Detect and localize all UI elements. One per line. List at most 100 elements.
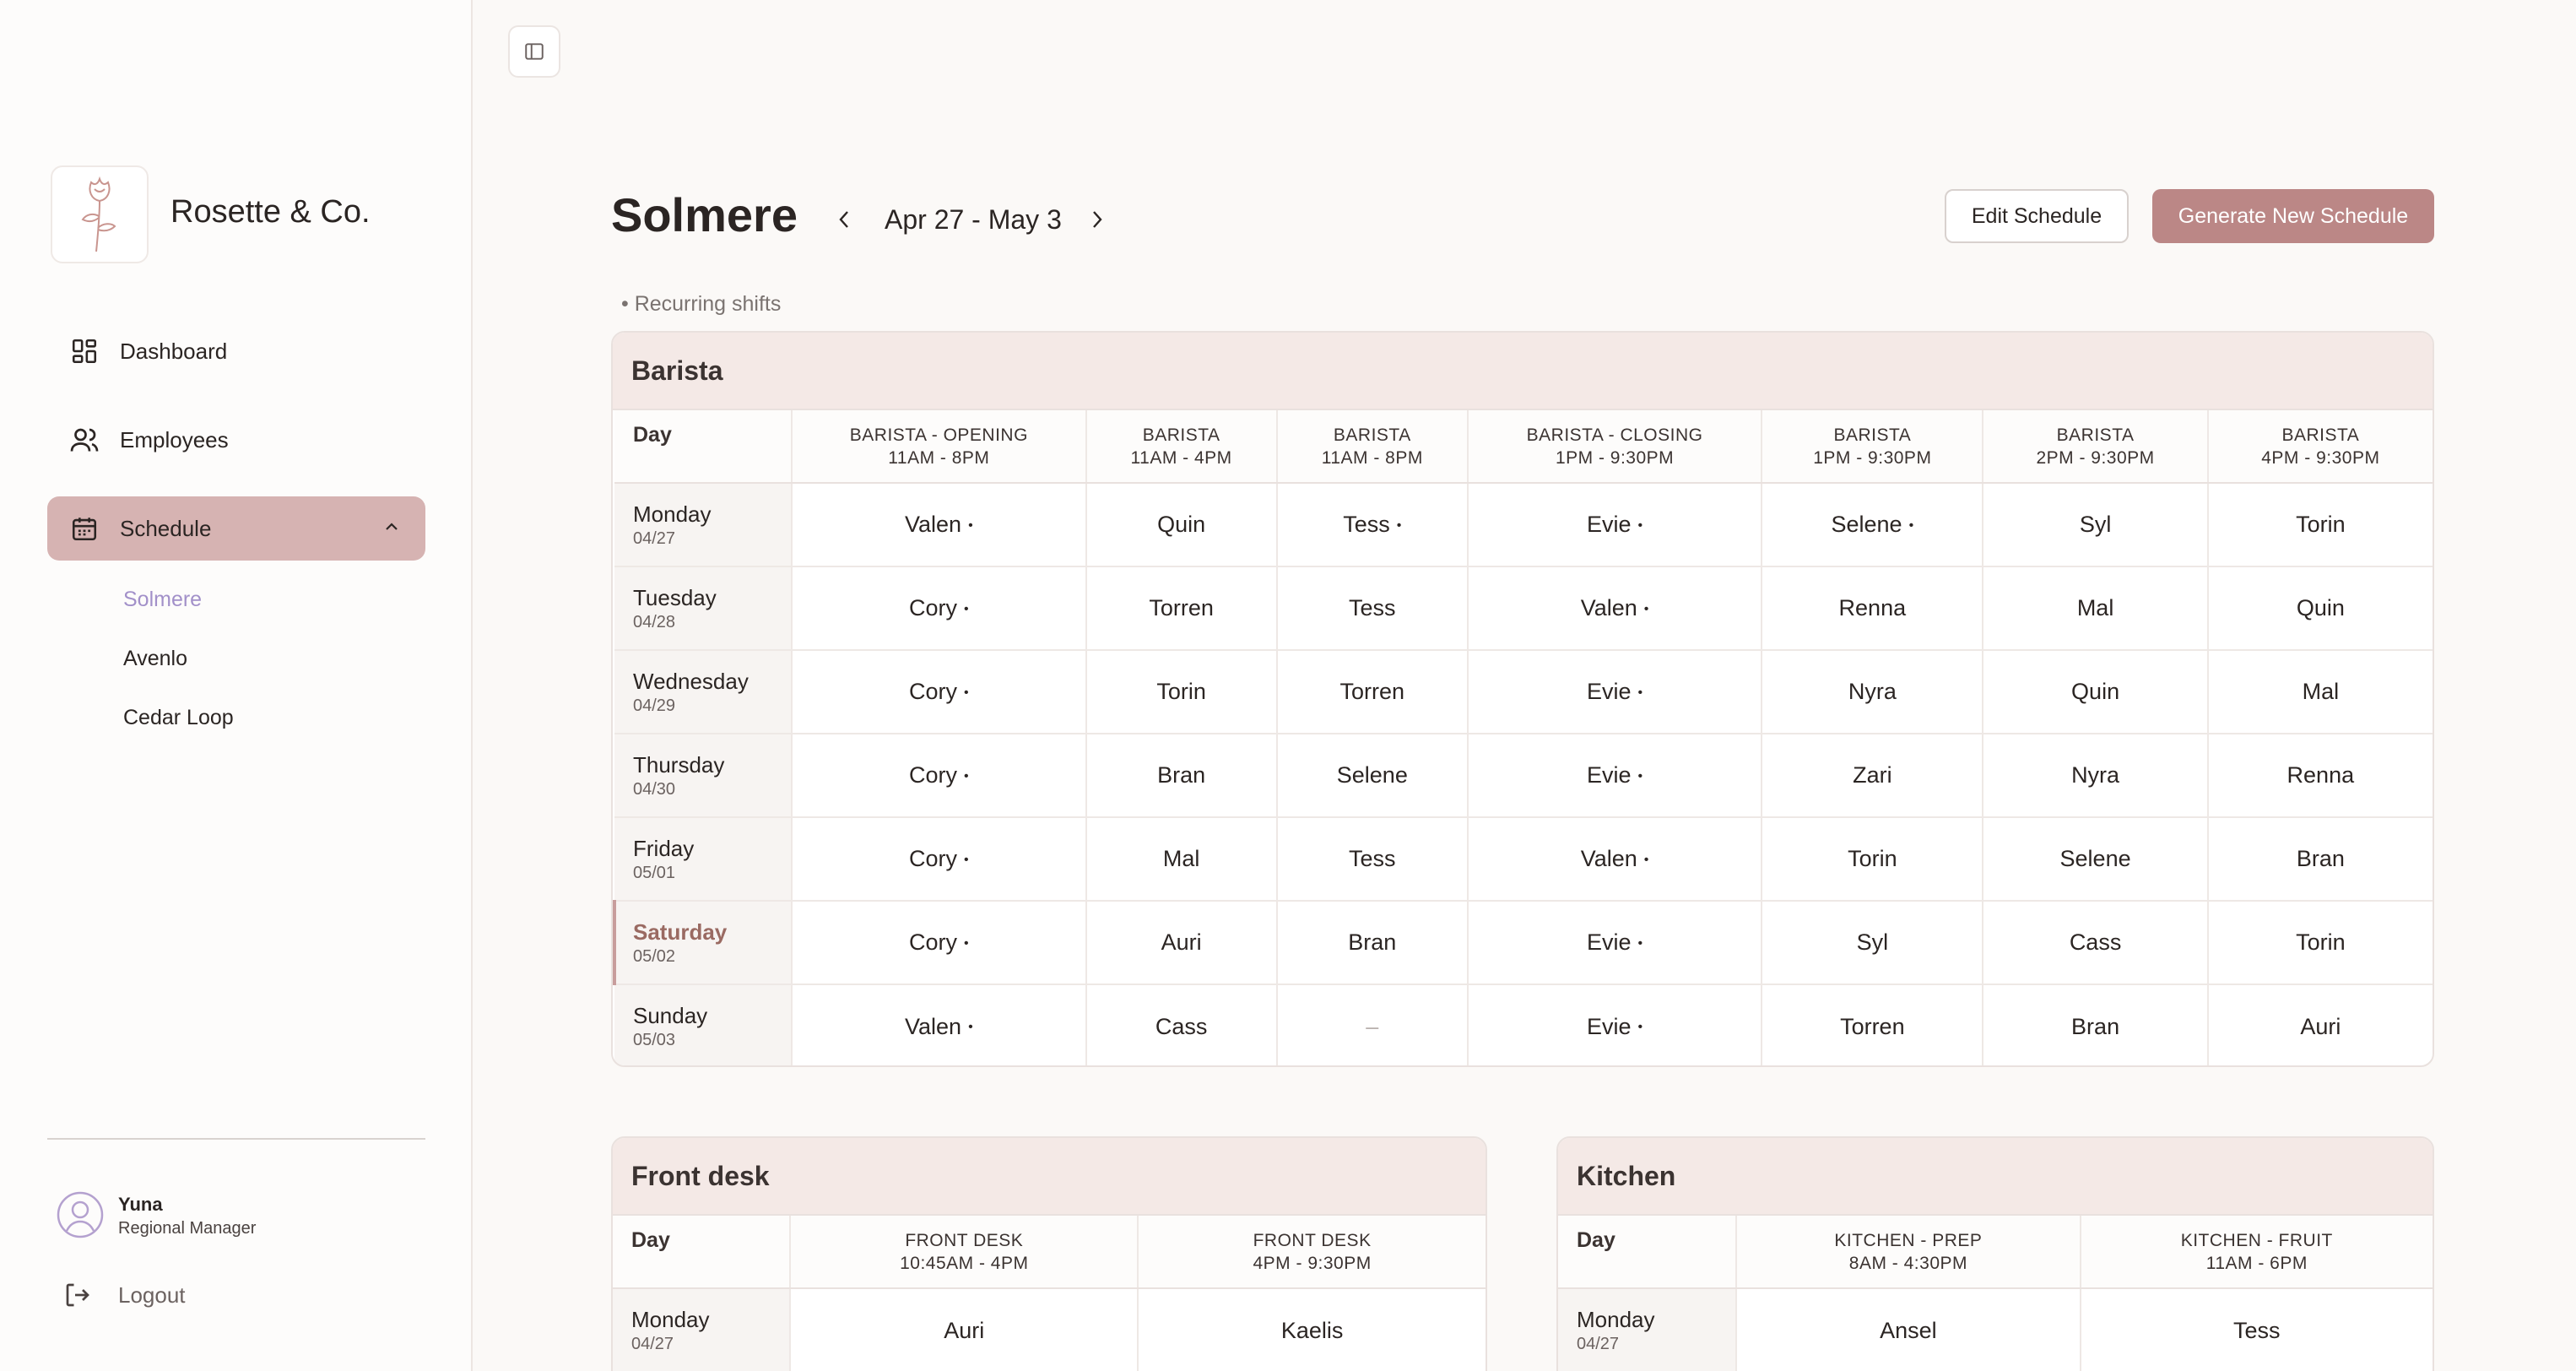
- shift-cell[interactable]: Evie •: [1467, 734, 1763, 818]
- shift-cell[interactable]: Ansel: [1736, 1288, 2081, 1371]
- chevron-right-icon: [1093, 211, 1102, 228]
- employee-name: Nyra: [2071, 762, 2120, 788]
- day-cell: Sunday 05/03: [614, 984, 793, 1065]
- shift-cell[interactable]: Cory •: [792, 650, 1087, 734]
- recurring-dot-icon: •: [1908, 518, 1914, 533]
- generate-schedule-button[interactable]: Generate New Schedule: [2152, 189, 2434, 243]
- shift-cell[interactable]: Bran: [1085, 734, 1278, 818]
- nav-dashboard[interactable]: Dashboard: [47, 319, 425, 383]
- shift-cell[interactable]: Renna: [2207, 734, 2433, 818]
- shift-cell[interactable]: Mal: [1085, 817, 1278, 902]
- employee-name: Auri: [2300, 1013, 2341, 1039]
- next-week-button[interactable]: [1087, 206, 1107, 233]
- kitchen-title: Kitchen: [1558, 1138, 2433, 1216]
- shift-cell[interactable]: Cory •: [792, 734, 1087, 818]
- recurring-dot-icon: •: [1396, 518, 1402, 533]
- shift-cell[interactable]: Tess: [1276, 817, 1469, 902]
- shift-cell[interactable]: Auri: [2208, 984, 2433, 1065]
- employee-name: Renna: [1838, 595, 1907, 620]
- recurring-dot-icon: •: [968, 518, 973, 533]
- nav-employees[interactable]: Employees: [47, 408, 425, 472]
- shift-cell[interactable]: Torin: [2207, 483, 2433, 567]
- subnav-cedar-loop[interactable]: Cedar Loop: [123, 706, 234, 730]
- shift-column-header: KITCHEN - PREP 8AM - 4:30PM: [1736, 1216, 2081, 1289]
- shift-cell[interactable]: Selene: [1983, 817, 2209, 902]
- shift-column-header: BARISTA 11AM - 8PM: [1276, 410, 1469, 484]
- employee-name: Quin: [2296, 595, 2345, 620]
- shift-cell[interactable]: Cory •: [792, 817, 1087, 902]
- employee-name: Torin: [2296, 929, 2346, 955]
- shift-cell[interactable]: Nyra: [1983, 734, 2209, 818]
- shift-cell[interactable]: Selene: [1276, 734, 1469, 818]
- table-row: Monday 04/27 Ansel Tess: [1558, 1288, 2433, 1371]
- employee-name: Tess: [1343, 512, 1390, 537]
- shift-cell[interactable]: Torren: [1276, 650, 1469, 734]
- shift-cell[interactable]: Quin: [1085, 483, 1278, 567]
- shift-cell[interactable]: Quin: [1983, 650, 2209, 734]
- logo: [51, 165, 149, 263]
- prev-week-button[interactable]: [834, 206, 854, 233]
- table-row: Sunday 05/03 Valen • Cass – Evie • Torren Bran Aur…: [614, 984, 2433, 1065]
- page-title: Solmere: [611, 188, 798, 241]
- logout-button[interactable]: Logout: [62, 1280, 186, 1310]
- dashboard-icon: [69, 336, 100, 366]
- day-cell: Monday 04/27: [1558, 1288, 1738, 1371]
- nav-schedule[interactable]: Schedule: [47, 496, 425, 561]
- logout-label: Logout: [118, 1282, 186, 1308]
- shift-cell[interactable]: Torin: [1762, 817, 1984, 902]
- shift-cell[interactable]: Evie •: [1467, 901, 1763, 985]
- shift-cell[interactable]: Evie •: [1467, 483, 1763, 567]
- shift-cell[interactable]: Torren: [1762, 984, 1984, 1065]
- shift-cell[interactable]: Tess: [1276, 566, 1469, 651]
- shift-cell[interactable]: Cass: [1983, 901, 2209, 985]
- sidebar-toggle-icon: [525, 43, 544, 60]
- shift-cell[interactable]: Selene •: [1762, 483, 1984, 567]
- shift-cell[interactable]: Quin: [2207, 566, 2433, 651]
- shift-role: BARISTA: [2281, 425, 2360, 445]
- shift-cell[interactable]: Auri: [1085, 901, 1278, 985]
- subnav-avenlo[interactable]: Avenlo: [123, 647, 187, 671]
- shift-cell[interactable]: Syl: [1762, 901, 1984, 985]
- shift-cell[interactable]: Valen •: [1467, 817, 1763, 902]
- shift-cell[interactable]: Nyra: [1762, 650, 1984, 734]
- shift-cell[interactable]: Cory •: [792, 901, 1087, 985]
- chevron-up-icon[interactable]: [382, 517, 402, 543]
- edit-schedule-button[interactable]: Edit Schedule: [1945, 189, 2129, 243]
- shift-cell[interactable]: Torin: [2207, 901, 2433, 985]
- employee-name: Evie: [1586, 1013, 1632, 1039]
- recurring-dot-icon: •: [1637, 1020, 1643, 1035]
- shift-cell[interactable]: Torren: [1085, 566, 1278, 651]
- shift-cell[interactable]: –: [1276, 984, 1469, 1065]
- shift-cell[interactable]: Tess: [2081, 1288, 2433, 1371]
- employee-name: Valen: [905, 512, 962, 537]
- shift-cell[interactable]: Valen •: [792, 984, 1087, 1065]
- employee-name: Valen: [905, 1013, 962, 1039]
- shift-cell[interactable]: Zari: [1762, 734, 1984, 818]
- sidebar-toggle-button[interactable]: [508, 25, 560, 78]
- employee-name: Auri: [1161, 929, 1202, 955]
- shift-cell[interactable]: Kaelis: [1138, 1288, 1486, 1371]
- day-cell: Thursday 04/30: [614, 734, 793, 818]
- employee-name: Valen: [1580, 846, 1637, 871]
- shift-cell[interactable]: Tess •: [1276, 483, 1469, 567]
- shift-cell[interactable]: Renna: [1762, 566, 1984, 651]
- shift-cell[interactable]: Bran: [1983, 984, 2209, 1065]
- shift-cell[interactable]: Cass: [1085, 984, 1278, 1065]
- shift-cell[interactable]: Valen •: [792, 483, 1087, 567]
- employee-name: Cory: [909, 846, 958, 871]
- employee-name: Cory: [909, 762, 958, 788]
- shift-cell[interactable]: Evie •: [1467, 984, 1763, 1065]
- shift-cell[interactable]: Bran: [1276, 901, 1469, 985]
- shift-cell[interactable]: Mal: [1983, 566, 2209, 651]
- shift-cell[interactable]: Auri: [790, 1288, 1139, 1371]
- day-date: 04/30: [633, 779, 676, 799]
- shift-cell[interactable]: Evie •: [1467, 650, 1763, 734]
- subnav-solmere[interactable]: Solmere: [123, 588, 202, 612]
- shift-cell[interactable]: Valen •: [1467, 566, 1763, 651]
- shift-cell[interactable]: Syl: [1983, 483, 2209, 567]
- shift-cell[interactable]: Mal: [2207, 650, 2433, 734]
- shift-cell[interactable]: Torin: [1085, 650, 1278, 734]
- shift-column-header: BARISTA - OPENING 11AM - 8PM: [792, 410, 1087, 484]
- shift-cell[interactable]: Bran: [2207, 817, 2433, 902]
- shift-cell[interactable]: Cory •: [792, 566, 1087, 651]
